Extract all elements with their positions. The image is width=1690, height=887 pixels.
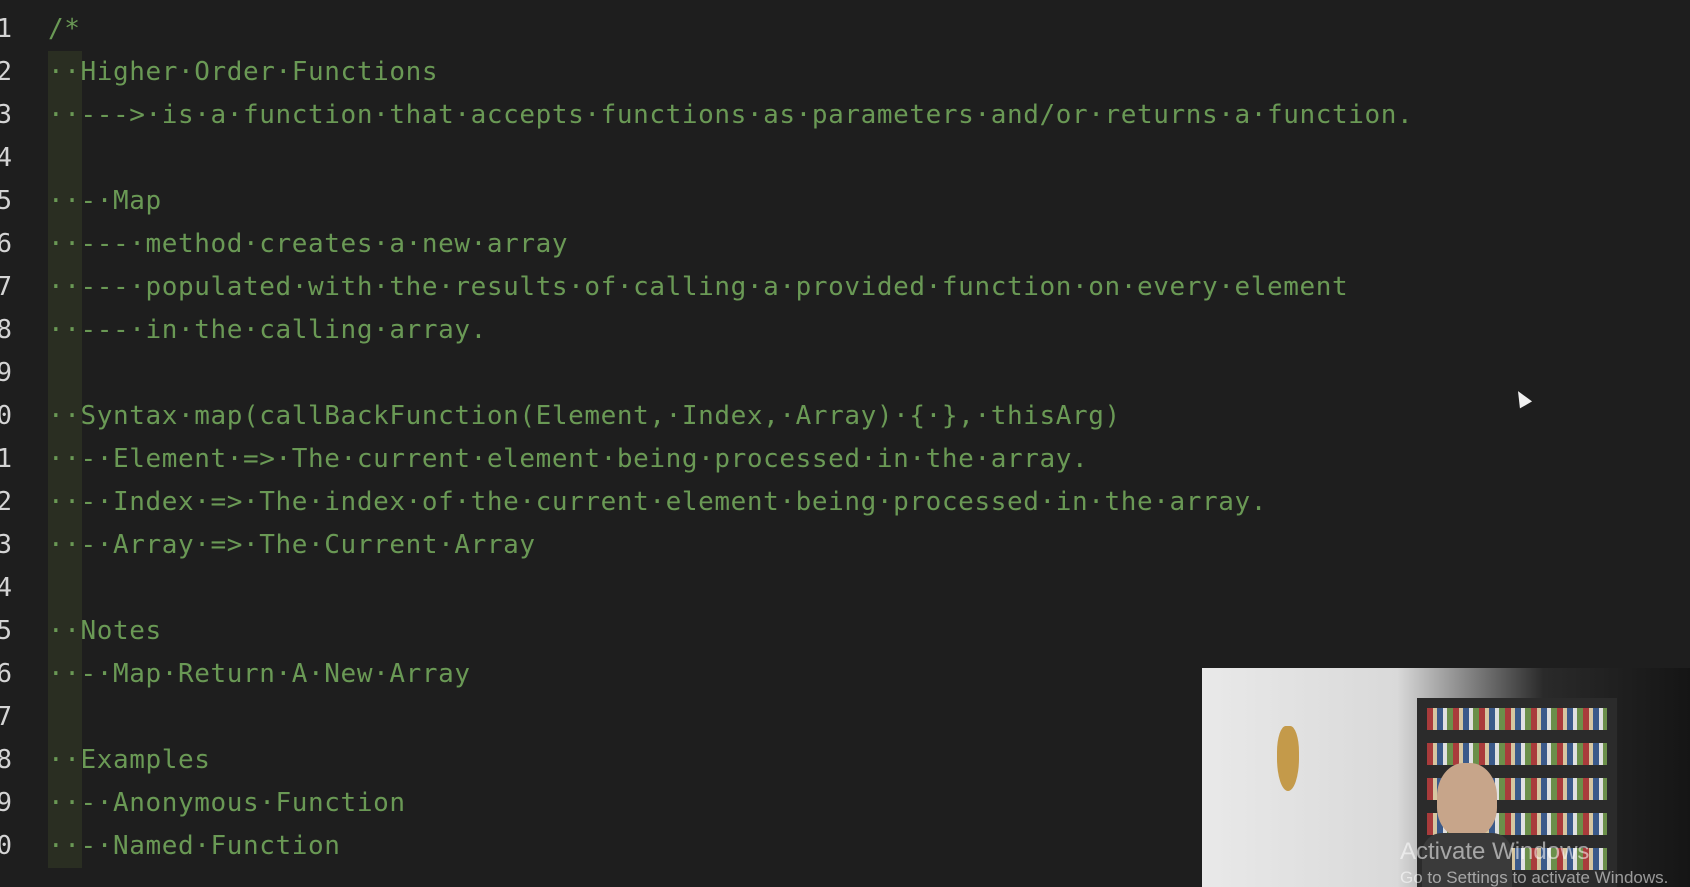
line-number: 2 (0, 57, 12, 87)
line-number: 3 (0, 530, 12, 560)
line-number: 4 (0, 573, 12, 603)
line-number: 0 (0, 401, 12, 431)
line-text: /* (48, 14, 81, 44)
indent-guide (48, 352, 82, 395)
line-text: ··Notes (48, 616, 162, 646)
code-line: 2 ··Higher·Order·Functions (0, 51, 1690, 94)
line-number: 8 (0, 745, 12, 775)
code-line: 5 ··Notes (0, 610, 1690, 653)
line-text: ··-·Element·=>·The·current·element·being… (48, 444, 1089, 474)
line-text: ··---·method·creates·a·new·array (48, 229, 569, 259)
code-line: 2 ··-·Index·=>·The·index·of·the·current·… (0, 481, 1690, 524)
line-number: 0 (0, 831, 12, 861)
line-number: 1 (0, 14, 12, 44)
line-number: 9 (0, 788, 12, 818)
line-number: 6 (0, 659, 12, 689)
line-number: 3 (0, 100, 12, 130)
line-text: ··-·Map·Return·A·New·Array (48, 659, 471, 689)
line-number: 9 (0, 358, 12, 388)
line-number: 1 (0, 444, 12, 474)
line-text: ··---·in·the·calling·array. (48, 315, 487, 345)
indent-guide (48, 696, 82, 739)
line-text: ··-·Index·=>·The·index·of·the·current·el… (48, 487, 1267, 517)
line-text: ··-·Array·=>·The·Current·Array (48, 530, 536, 560)
code-line: 3 ··-·Array·=>·The·Current·Array (0, 524, 1690, 567)
line-text: ··Higher·Order·Functions (48, 57, 439, 87)
code-line: 8 ··---·in·the·calling·array. (0, 309, 1690, 352)
line-number: 2 (0, 487, 12, 517)
code-line: 6 ··---·method·creates·a·new·array (0, 223, 1690, 266)
line-text: ··--->·is·a·function·that·accepts·functi… (48, 100, 1414, 130)
code-line: 5 ··-·Map (0, 180, 1690, 223)
line-text: ··Examples (48, 745, 211, 775)
code-line: 3 ··--->·is·a·function·that·accepts·func… (0, 94, 1690, 137)
indent-guide (48, 567, 82, 610)
activation-watermark-title: Activate Windows (1400, 838, 1590, 865)
line-number: 5 (0, 186, 12, 216)
indent-guide (48, 137, 82, 180)
guitar-image (1277, 726, 1299, 791)
line-text: ··Syntax·map(callBackFunction(Element,·I… (48, 401, 1121, 431)
line-number: 8 (0, 315, 12, 345)
code-line: 7 ··---·populated·with·the·results·of·ca… (0, 266, 1690, 309)
line-text: ··-·Anonymous·Function (48, 788, 406, 818)
line-number: 4 (0, 143, 12, 173)
code-line: 0 ··Syntax·map(callBackFunction(Element,… (0, 395, 1690, 438)
code-line: 4 (0, 137, 1690, 180)
line-number: 6 (0, 229, 12, 259)
line-text: ··-·Map (48, 186, 162, 216)
code-line: 9 (0, 352, 1690, 395)
line-number: 7 (0, 272, 12, 302)
line-number: 7 (0, 702, 12, 732)
line-number: 5 (0, 616, 12, 646)
line-text: ··---·populated·with·the·results·of·call… (48, 272, 1349, 302)
code-line: 1 /* (0, 8, 1690, 51)
line-text: ··-·Named·Function (48, 831, 341, 861)
code-line: 4 (0, 567, 1690, 610)
code-line: 1 ··-·Element·=>·The·current·element·bei… (0, 438, 1690, 481)
activation-watermark-subtitle: Go to Settings to activate Windows. (1400, 868, 1669, 887)
